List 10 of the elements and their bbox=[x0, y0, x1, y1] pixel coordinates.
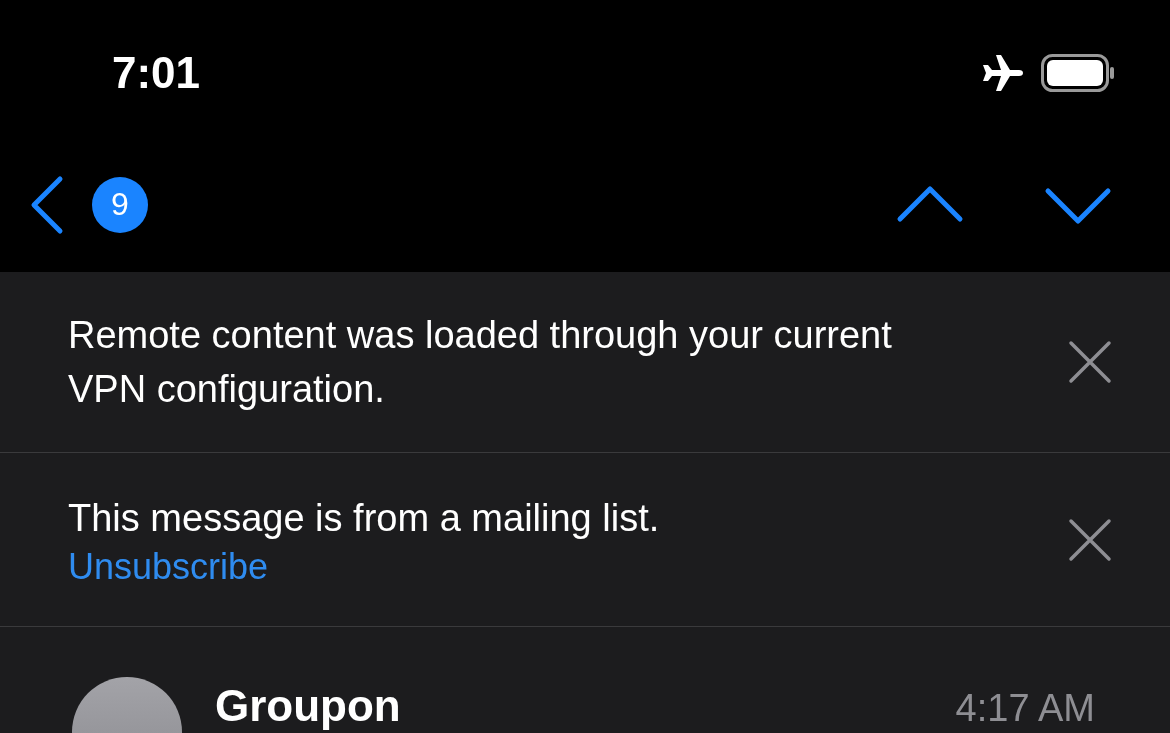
unsubscribe-link[interactable]: Unsubscribe bbox=[68, 544, 269, 589]
unread-count-badge: 9 bbox=[92, 176, 148, 233]
message-time: 4:17 AM bbox=[955, 687, 1095, 730]
sender-name: Groupon bbox=[215, 681, 402, 731]
close-icon[interactable] bbox=[1068, 340, 1112, 384]
close-icon[interactable] bbox=[1068, 517, 1112, 562]
banner-message: This message is from a mailing list. bbox=[68, 495, 661, 541]
banner-message: Remote content was loaded through your current VPN configuration. bbox=[68, 313, 893, 412]
status-time: 7:01 bbox=[112, 47, 201, 98]
battery-icon bbox=[1041, 53, 1115, 92]
